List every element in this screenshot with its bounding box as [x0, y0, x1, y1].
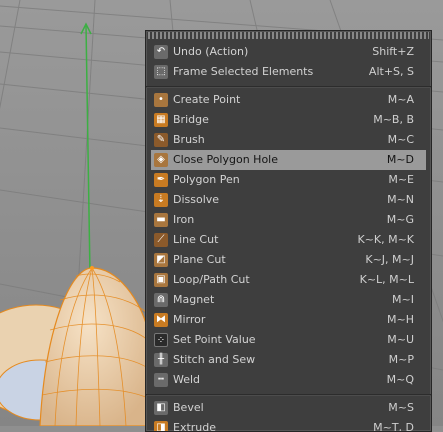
- menu-item-shortcut: M~B, B: [373, 113, 414, 126]
- menu-item-shortcut: M~D: [386, 153, 414, 166]
- menu-item-undo-action[interactable]: ↶ Undo (Action) Shift+Z: [151, 42, 426, 62]
- menu-item-loop-path-cut[interactable]: ▣ Loop/Path Cut K~L, M~L: [151, 270, 426, 290]
- menu-item-label: Extrude: [173, 421, 217, 432]
- menu-item-iron[interactable]: ▬ Iron M~G: [151, 210, 426, 230]
- menu-item-label: Line Cut: [173, 233, 219, 246]
- menu-item-shortcut: M~N: [387, 193, 414, 206]
- menu-item-mirror[interactable]: ⧓ Mirror M~H: [151, 310, 426, 330]
- menu-item-label: Iron: [173, 213, 195, 226]
- create-point-icon: •: [154, 93, 168, 107]
- menu-item-stitch-and-sew[interactable]: ╫ Stitch and Sew M~P: [151, 350, 426, 370]
- menu-item-label: Stitch and Sew: [173, 353, 256, 366]
- stitch-and-sew-icon: ╫: [154, 353, 168, 367]
- menu-item-shortcut: Shift+Z: [372, 45, 414, 58]
- weld-icon: ┅: [154, 373, 168, 387]
- menu-item-shortcut: M~I: [392, 293, 414, 306]
- menu-item-label: Frame Selected Elements: [173, 65, 314, 78]
- menu-item-shortcut: K~K, M~K: [357, 233, 414, 246]
- menu-item-label: Mirror: [173, 313, 206, 326]
- loop-path-cut-icon: ▣: [154, 273, 168, 287]
- menu-item-bridge[interactable]: ▦ Bridge M~B, B: [151, 110, 426, 130]
- menu-item-close-polygon-hole[interactable]: ◈ Close Polygon Hole M~D: [151, 150, 426, 170]
- menu-item-label: Dissolve: [173, 193, 220, 206]
- magnet-icon: ⋒: [154, 293, 168, 307]
- menu-section: ◧ Bevel M~S ◨ Extrude M~T, D: [146, 395, 431, 432]
- menu-item-shortcut: M~T, D: [373, 421, 414, 432]
- close-polygon-hole-icon: ◈: [154, 153, 168, 167]
- menu-item-label: Weld: [173, 373, 201, 386]
- menu-item-label: Plane Cut: [173, 253, 226, 266]
- menu-item-extrude[interactable]: ◨ Extrude M~T, D: [151, 418, 426, 432]
- menu-item-weld[interactable]: ┅ Weld M~Q: [151, 370, 426, 390]
- set-point-value-icon: ⁘: [154, 333, 168, 347]
- menu-item-shortcut: K~J, M~J: [365, 253, 414, 266]
- menu-item-label: Brush: [173, 133, 205, 146]
- menu-item-shortcut: M~P: [388, 353, 414, 366]
- menu-item-brush[interactable]: ✎ Brush M~C: [151, 130, 426, 150]
- context-menu: ↶ Undo (Action) Shift+Z ⬚ Frame Selected Ele…: [145, 30, 432, 432]
- menu-item-shortcut: K~L, M~L: [359, 273, 414, 286]
- menu-item-shortcut: M~S: [388, 401, 414, 414]
- menu-item-label: Close Polygon Hole: [173, 153, 279, 166]
- line-cut-icon: ⟋: [154, 233, 168, 247]
- menu-section: ↶ Undo (Action) Shift+Z ⬚ Frame Selected Ele…: [146, 39, 431, 87]
- menu-item-label: Create Point: [173, 93, 241, 106]
- brush-icon: ✎: [154, 133, 168, 147]
- menu-item-plane-cut[interactable]: ◩ Plane Cut K~J, M~J: [151, 250, 426, 270]
- menu-item-shortcut: M~A: [387, 93, 414, 106]
- menu-item-shortcut: M~H: [387, 313, 414, 326]
- menu-item-create-point[interactable]: • Create Point M~A: [151, 90, 426, 110]
- menu-item-shortcut: M~G: [386, 213, 414, 226]
- menu-item-bevel[interactable]: ◧ Bevel M~S: [151, 398, 426, 418]
- undo-icon: ↶: [154, 45, 168, 59]
- bevel-icon: ◧: [154, 401, 168, 415]
- dissolve-icon: ⇣: [154, 193, 168, 207]
- plane-cut-icon: ◩: [154, 253, 168, 267]
- menu-item-set-point-value[interactable]: ⁘ Set Point Value M~U: [151, 330, 426, 350]
- menu-item-label: Polygon Pen: [173, 173, 240, 186]
- iron-icon: ▬: [154, 213, 168, 227]
- bridge-icon: ▦: [154, 113, 168, 127]
- menu-item-shortcut: M~E: [388, 173, 414, 186]
- menu-item-shortcut: M~Q: [386, 373, 414, 386]
- menu-item-dissolve[interactable]: ⇣ Dissolve M~N: [151, 190, 426, 210]
- menu-item-label: Undo (Action): [173, 45, 249, 58]
- menu-item-label: Loop/Path Cut: [173, 273, 250, 286]
- menu-item-label: Bridge: [173, 113, 209, 126]
- frame-selected-icon: ⬚: [154, 65, 168, 79]
- mirror-icon: ⧓: [154, 313, 168, 327]
- menu-section: • Create Point M~A ▦ Bridge M~B, B ✎ Brush M~C ◈ C…: [146, 87, 431, 395]
- menu-item-shortcut: M~U: [387, 333, 414, 346]
- menu-item-polygon-pen[interactable]: ✒ Polygon Pen M~E: [151, 170, 426, 190]
- menu-item-line-cut[interactable]: ⟋ Line Cut K~K, M~K: [151, 230, 426, 250]
- menu-item-label: Magnet: [173, 293, 215, 306]
- menu-item-shortcut: M~C: [387, 133, 414, 146]
- menu-item-shortcut: Alt+S, S: [368, 65, 414, 78]
- menu-body: ↶ Undo (Action) Shift+Z ⬚ Frame Selected Ele…: [146, 39, 431, 432]
- polygon-pen-icon: ✒: [154, 173, 168, 187]
- menu-item-label: Bevel: [173, 401, 204, 414]
- extrude-icon: ◨: [154, 421, 168, 431]
- menu-grip-handle[interactable]: [148, 32, 429, 39]
- menu-item-frame-selected-elements[interactable]: ⬚ Frame Selected Elements Alt+S, S: [151, 62, 426, 82]
- menu-item-label: Set Point Value: [173, 333, 256, 346]
- menu-item-magnet[interactable]: ⋒ Magnet M~I: [151, 290, 426, 310]
